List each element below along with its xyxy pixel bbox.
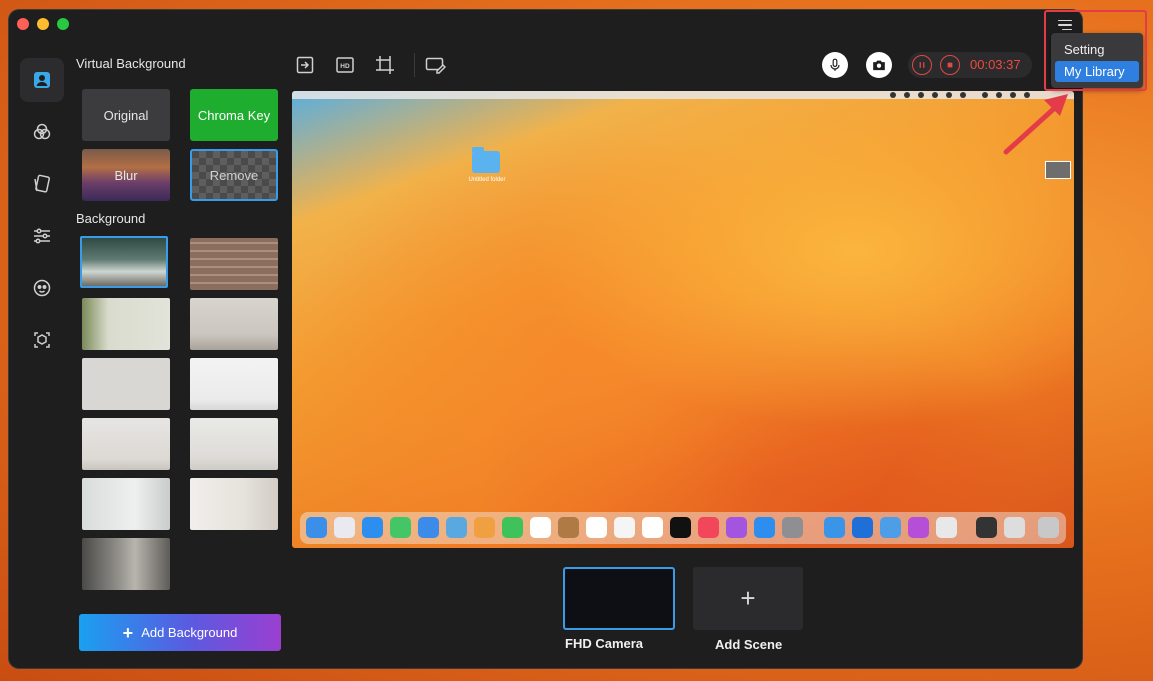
add-scene-button[interactable]: + [693,567,803,630]
stop-icon [947,62,953,68]
microphone-icon [830,58,840,71]
scene-fhd-camera[interactable] [563,567,675,630]
desktop-screenshot-icon [1045,161,1071,179]
snapshot-button[interactable] [866,52,892,78]
desktop-folder-icon [472,147,500,173]
sticker-icon [34,174,51,193]
camera-icon [873,60,885,71]
recording-controls: 00:03:37 [908,52,1032,78]
background-thumb-poster[interactable] [190,478,278,530]
preview-menu-bar [292,91,1074,99]
enter-icon[interactable] [294,54,316,76]
background-thumb-shelf[interactable] [82,478,170,530]
screen-annotate-icon[interactable] [424,54,447,76]
app-window: Virtual Background Original Chroma Key B… [9,10,1082,668]
rail-item-adjustments[interactable] [20,214,64,258]
pause-button[interactable] [912,55,932,75]
desktop-folder-label: Untitled folder [468,177,506,183]
scene-fhd-camera-label: FHD Camera [565,636,644,651]
color-filter-icon [33,123,51,140]
rail-item-virtual-background[interactable] [20,58,64,102]
annotation-highlight-box [1044,10,1147,91]
screen-preview: Untitled folder [292,91,1074,548]
background-thumb-textured-wall[interactable] [82,358,170,410]
background-thumb-clock-wall[interactable] [82,418,170,470]
sliders-icon [34,228,50,244]
plus-icon: + [122,622,134,643]
minimize-window-button[interactable] [37,18,49,30]
microphone-button[interactable] [822,52,848,78]
rail-item-filters[interactable] [20,110,64,154]
chroma-key-button[interactable]: Chroma Key [190,89,278,141]
close-window-button[interactable] [17,18,29,30]
remove-button[interactable]: Remove [190,149,278,201]
title-bar [9,10,1082,38]
rail-item-avatar[interactable] [20,266,64,310]
svg-text:HD: HD [340,63,350,70]
background-title: Background [76,211,146,226]
background-thumb-minimal-desk[interactable] [190,418,278,470]
recording-timer: 00:03:37 [970,57,1021,72]
blur-button[interactable]: Blur [82,149,170,201]
add-background-button[interactable]: + Add Background [79,614,281,651]
background-thumb-brick[interactable] [190,238,278,290]
toolbar-divider [414,53,415,77]
preview-dock [300,512,1066,544]
3d-box-icon [34,332,50,348]
background-thumb-white-room[interactable] [190,358,278,410]
crop-icon[interactable] [374,54,396,76]
stop-button[interactable] [940,55,960,75]
background-thumb-frames[interactable] [190,298,278,350]
original-button[interactable]: Original [82,89,170,141]
background-thumb-office[interactable] [80,236,168,288]
person-portrait-icon [34,72,50,88]
rail-item-3d-objects[interactable] [20,318,64,362]
rail-item-stickers[interactable] [20,162,64,206]
background-thumb-plant-wall[interactable] [82,298,170,350]
add-background-label: Add Background [141,625,238,640]
virtual-background-title: Virtual Background [76,56,186,71]
zoom-window-button[interactable] [57,18,69,30]
avatar-face-icon [33,279,51,297]
background-thumb-corridor[interactable] [82,538,170,590]
pause-icon [919,62,925,68]
plus-icon: + [740,583,756,613]
hd-icon[interactable]: HD [334,54,356,76]
add-scene-label: Add Scene [715,637,783,652]
